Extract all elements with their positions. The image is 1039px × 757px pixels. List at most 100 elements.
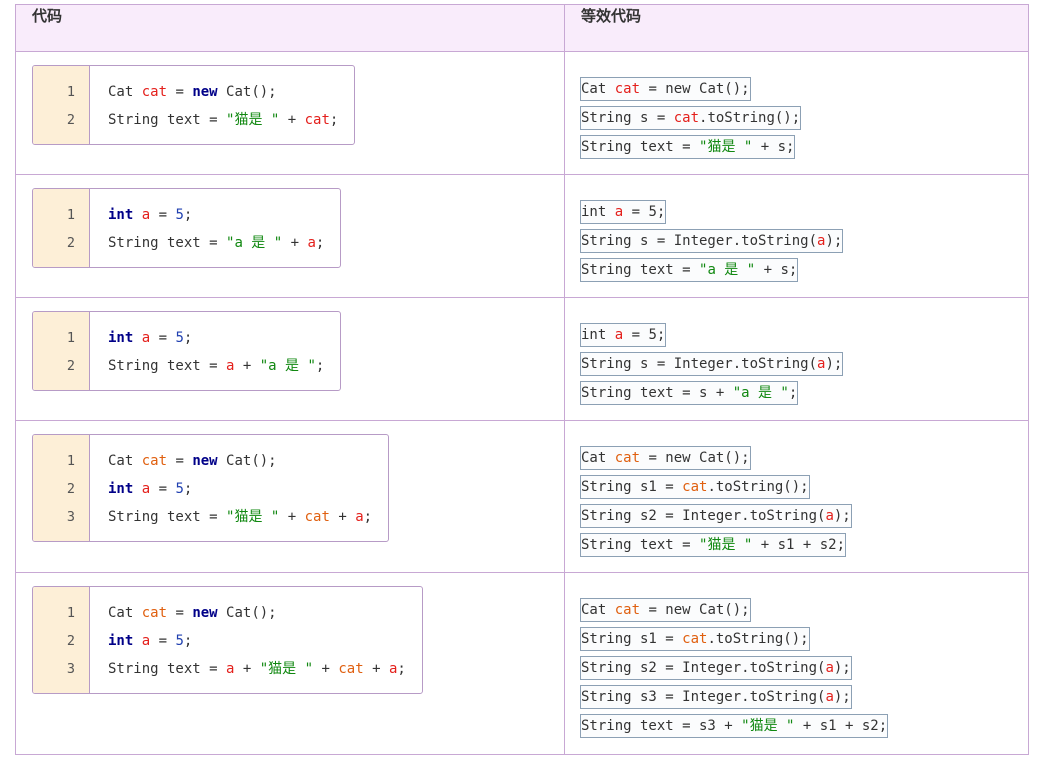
- code-token: = new Cat();: [640, 602, 750, 618]
- code-token: .toString();: [699, 110, 801, 126]
- line-number: 2: [66, 112, 75, 128]
- line-number-gutter: 1 2 3: [33, 587, 90, 693]
- inline-code: String s1 = cat.toString();: [580, 627, 810, 651]
- code-token: "猫是 ": [226, 509, 280, 525]
- code-line: int a = 5;: [108, 324, 324, 352]
- code-token: ;: [183, 207, 193, 223]
- code-token: int: [108, 330, 134, 346]
- code-token: =: [167, 453, 193, 469]
- code-token: + s1 + s2;: [752, 537, 846, 553]
- code-token: a: [141, 481, 151, 497]
- code-token: a: [355, 509, 364, 525]
- code-token: 5: [175, 207, 184, 223]
- code-token: a: [141, 330, 151, 346]
- code-token: "a 是 ": [699, 262, 756, 278]
- code-token: String s =: [581, 110, 674, 126]
- line-number: 3: [66, 661, 75, 677]
- code-token: +: [234, 661, 260, 677]
- code-token: Cat: [581, 602, 615, 618]
- code-token: cat: [304, 509, 330, 525]
- inline-code: String s3 = Integer.toString(a);: [580, 685, 852, 709]
- code-token: String text =: [581, 537, 700, 553]
- code-token: = new Cat();: [640, 450, 750, 466]
- code-token: String text =: [108, 112, 227, 128]
- code-token: String s2 = Integer.toString(: [581, 508, 826, 524]
- code-token: cat: [304, 112, 330, 128]
- code-line: String text = a + "a 是 ";: [108, 352, 324, 380]
- code-cell: 1 2 Cat cat = new Cat(); String text = "猫是 …: [15, 51, 565, 175]
- code-token: "猫是 ": [699, 537, 753, 553]
- table-row: 1 2 3 Cat cat = new Cat(); int a = 5; String …: [15, 572, 1029, 755]
- code-token: "猫是 ": [226, 112, 280, 128]
- code-token: );: [825, 233, 843, 249]
- code-block: 1 2 int a = 5; String text = a + "a 是 ";: [32, 311, 342, 391]
- code-token: String text =: [108, 661, 227, 677]
- line-number-gutter: 1 2 3: [33, 435, 90, 541]
- table-row: 1 2 Cat cat = new Cat(); String text = "猫是 …: [15, 51, 1029, 175]
- code-token: String s1 =: [581, 479, 683, 495]
- code-token: cat: [614, 81, 641, 97]
- line-number: 1: [66, 330, 75, 346]
- code-token: cat: [614, 450, 641, 466]
- code-cell: 1 2 int a = 5; String text = "a 是 " + a;: [15, 174, 565, 298]
- code-token: String text =: [108, 509, 227, 525]
- code-cell: 1 2 3 Cat cat = new Cat(); int a = 5; String …: [15, 572, 565, 755]
- code-token: + s;: [755, 262, 798, 278]
- code-token: +: [234, 358, 260, 374]
- code-token: cat: [141, 84, 168, 100]
- code-block: 1 2 3 Cat cat = new Cat(); int a = 5; String …: [32, 586, 423, 694]
- code-token: );: [833, 660, 851, 676]
- inline-code: int a = 5;: [580, 200, 667, 224]
- inline-code: String s2 = Integer.toString(a);: [580, 504, 852, 528]
- code-token: cat: [141, 605, 168, 621]
- code-token: cat: [682, 479, 708, 495]
- code-token: .toString();: [707, 479, 809, 495]
- code-line: String text = "猫是 " + cat + a;: [108, 503, 372, 531]
- inline-code: String s = Integer.toString(a);: [580, 229, 844, 253]
- equivalent-code-cell: Cat cat = new Cat(); String s = cat.toStr…: [564, 51, 1029, 175]
- code-token: + s;: [752, 139, 795, 155]
- code-token: ;: [183, 330, 193, 346]
- line-number: 1: [66, 207, 75, 223]
- code-token: =: [150, 481, 176, 497]
- line-number-gutter: 12: [33, 189, 90, 267]
- code-token: Cat();: [217, 84, 277, 100]
- code-token: ;: [363, 509, 373, 525]
- code-token: );: [825, 356, 843, 372]
- code-token: a: [141, 633, 151, 649]
- code-token: );: [833, 689, 851, 705]
- code-token: +: [363, 661, 389, 677]
- code-token: String s2 = Integer.toString(: [581, 660, 826, 676]
- line-number: 2: [66, 235, 75, 251]
- table-row: 1 2 3 Cat cat = new Cat(); int a = 5; String …: [15, 420, 1029, 573]
- code-token: Cat: [108, 84, 142, 100]
- code-token: "猫是 ": [741, 718, 795, 734]
- code-token: + s1 + s2;: [794, 718, 888, 734]
- code-token: =: [150, 633, 176, 649]
- code-line: String text = "a 是 " + a;: [108, 229, 324, 257]
- code-cell: 1 2 int a = 5; String text = a + "a 是 ";: [15, 297, 565, 421]
- code-token: );: [833, 508, 851, 524]
- code-lines: Cat cat = new Cat(); int a = 5; String tex…: [90, 587, 422, 693]
- code-lines: int a = 5; String text = "a 是 " + a;: [90, 189, 340, 267]
- code-token: int: [581, 204, 615, 220]
- code-line: int a = 5;: [108, 627, 406, 655]
- code-token: int: [581, 327, 615, 343]
- code-block: 1 2 int a = 5; String text = "a 是 " + a;: [32, 188, 342, 268]
- code-token: String text = s3 +: [581, 718, 742, 734]
- code-token: a: [614, 327, 624, 343]
- inline-code: String text = s + "a 是 ";: [580, 381, 799, 405]
- code-token: +: [279, 509, 305, 525]
- inline-code: String s = Integer.toString(a);: [580, 352, 844, 376]
- equivalent-code-cell: int a = 5; String s = Integer.toString(a)…: [564, 297, 1029, 421]
- inline-code: String s2 = Integer.toString(a);: [580, 656, 852, 680]
- code-token: cat: [338, 661, 364, 677]
- code-line: Cat cat = new Cat();: [108, 78, 338, 106]
- code-token: +: [329, 509, 356, 525]
- line-number: 1: [66, 605, 75, 621]
- code-token: String text =: [108, 358, 227, 374]
- line-number: 2: [66, 358, 75, 374]
- code-token: .toString();: [707, 631, 809, 647]
